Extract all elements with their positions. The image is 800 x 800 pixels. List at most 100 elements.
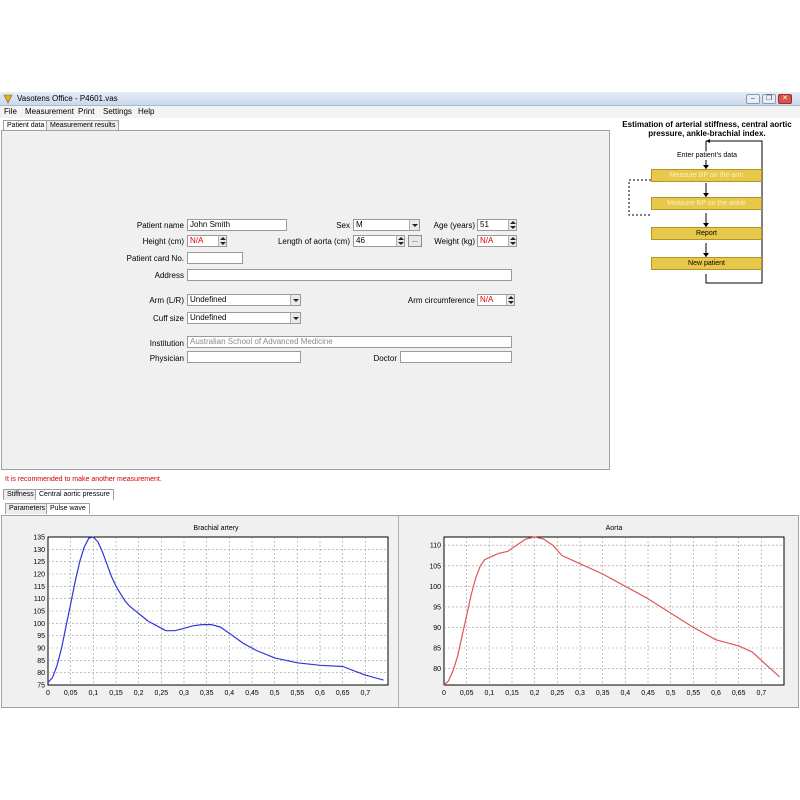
- brachial-y-tick-label: 125: [33, 559, 45, 566]
- patient-name-input[interactable]: John Smith: [187, 219, 287, 231]
- brachial-x-tick-label: 0,05: [64, 690, 78, 697]
- cuff-size-value: Undefined: [190, 313, 227, 322]
- aorta-x-tick-label: 0,2: [530, 690, 540, 697]
- menu-measurement[interactable]: Measurement: [25, 107, 74, 116]
- sex-label: Sex: [336, 221, 350, 230]
- age-value: 51: [480, 220, 489, 229]
- menu-help[interactable]: Help: [138, 107, 154, 116]
- aorta-y-tick-label: 95: [433, 604, 441, 611]
- aorta-x-tick-label: 0,55: [687, 690, 701, 697]
- patient-card-label: Patient card No.: [126, 254, 184, 263]
- weight-value: N/A: [480, 236, 494, 245]
- restore-icon[interactable]: ❐: [762, 94, 776, 104]
- flow-step-new-patient-button[interactable]: New patient: [651, 257, 762, 270]
- chart-divider: [398, 516, 399, 707]
- arm-circumference-stepper[interactable]: N/A: [477, 294, 515, 306]
- brachial-x-tick-label: 0,2: [134, 690, 144, 697]
- brachial-y-tick-label: 75: [37, 683, 45, 690]
- age-label: Age (years): [433, 221, 475, 230]
- sex-value: M: [356, 220, 363, 229]
- flow-step-enter-data: Enter patient's data: [676, 152, 738, 159]
- doctor-input[interactable]: [400, 351, 512, 363]
- menu-settings[interactable]: Settings: [103, 107, 132, 116]
- brachial-artery-chart: 0 0,05 0,1 0,15 0,2 0,25 0,3 0,35 0,4 0,45 0,5 0,55…: [33, 535, 389, 697]
- chevron-down-icon[interactable]: [409, 220, 419, 230]
- arm-label: Arm (L/R): [149, 296, 184, 305]
- patient-name-label: Patient name: [136, 221, 184, 230]
- flowchart-title-line1: Estimation of arterial stiffness, centra…: [622, 120, 792, 129]
- brachial-x-tick-label: 0,7: [360, 690, 370, 697]
- flow-step-report-button[interactable]: Report: [651, 227, 762, 240]
- brachial-y-tick-label: 115: [34, 584, 45, 591]
- aorta-x-tick-label: 0: [442, 690, 446, 697]
- flow-step-measure-arm[interactable]: Measure BP on the arm: [651, 169, 762, 182]
- sex-select[interactable]: M: [353, 219, 420, 231]
- brachial-y-tick-label: 110: [34, 596, 45, 603]
- brachial-y-tick-label: 120: [33, 572, 45, 579]
- institution-input[interactable]: Australian School of Advanced Medicine: [187, 336, 512, 348]
- tab-parameters[interactable]: Parameters: [5, 503, 50, 514]
- aorta-x-tick-label: 0,35: [596, 690, 610, 697]
- aorta-x-tick-label: 0,05: [460, 690, 474, 697]
- height-stepper[interactable]: N/A: [187, 235, 227, 247]
- aorta-y-tick-label: 110: [430, 543, 441, 550]
- spinner-arrows-icon[interactable]: [506, 295, 514, 305]
- tab-stiffness[interactable]: Stiffness: [3, 489, 38, 500]
- spinner-arrows-icon[interactable]: [508, 220, 516, 230]
- aorta-x-tick-label: 0,7: [756, 690, 766, 697]
- arm-select[interactable]: Undefined: [187, 294, 301, 306]
- aorta-x-tick-label: 0,3: [575, 690, 585, 697]
- app-icon: [3, 94, 13, 104]
- brachial-x-tick-label: 0,5: [270, 690, 280, 697]
- warning-message: It is recommended to make another measur…: [5, 476, 162, 483]
- brachial-y-tick-label: 90: [37, 646, 45, 653]
- brachial-y-tick-label: 85: [37, 658, 45, 665]
- close-icon[interactable]: ✕: [778, 94, 792, 104]
- chevron-down-icon[interactable]: [290, 295, 300, 305]
- brachial-y-tick-label: 95: [37, 633, 45, 640]
- spinner-arrows-icon[interactable]: [396, 236, 404, 246]
- aorta-y-tick-label: 90: [433, 625, 441, 632]
- weight-label: Weight (kg): [434, 237, 475, 246]
- aorta-length-label: Length of aorta (cm): [277, 237, 350, 246]
- patient-card-input[interactable]: [187, 252, 243, 264]
- age-stepper[interactable]: 51: [477, 219, 517, 231]
- arm-circumference-value: N/A: [480, 295, 494, 304]
- tab-central-aortic-pressure[interactable]: Central aortic pressure: [35, 489, 114, 500]
- aorta-x-tick-label: 0,5: [666, 690, 676, 697]
- aorta-plot-area: [443, 536, 785, 686]
- aorta-x-tick-label: 0,4: [620, 690, 630, 697]
- window-titlebar: Vasotens Office - P4601.vas – ❐ ✕: [0, 92, 800, 106]
- brachial-x-tick-label: 0,3: [179, 690, 189, 697]
- aorta-y-tick-label: 80: [433, 666, 441, 673]
- cuff-size-label: Cuff size: [153, 314, 184, 323]
- aorta-chart: 0 0,05 0,1 0,15 0,2 0,25 0,3 0,35 0,4 0,45 0,5 0,55…: [429, 536, 785, 697]
- aorta-length-stepper[interactable]: 46: [353, 235, 405, 247]
- spinner-arrows-icon[interactable]: [508, 236, 516, 246]
- tab-pulse-wave[interactable]: Pulse wave: [46, 503, 90, 514]
- brachial-x-tick-label: 0,6: [315, 690, 325, 697]
- brachial-x-tick-label: 0,1: [88, 690, 98, 697]
- minimize-icon[interactable]: –: [746, 94, 760, 104]
- weight-stepper[interactable]: N/A: [477, 235, 517, 247]
- address-input[interactable]: [187, 269, 512, 281]
- brachial-y-tick-label: 80: [37, 670, 45, 677]
- window-title: Vasotens Office - P4601.vas: [17, 94, 118, 103]
- cuff-size-select[interactable]: Undefined: [187, 312, 301, 324]
- brachial-x-tick-label: 0,25: [155, 690, 169, 697]
- menu-bar: File Measurement Print Settings Help: [0, 106, 800, 118]
- chevron-down-icon[interactable]: [290, 313, 300, 323]
- patient-data-panel: [1, 130, 610, 470]
- aorta-x-tick-label: 0,45: [641, 690, 655, 697]
- flow-step-measure-ankle[interactable]: Measure BP on the ankle: [651, 197, 762, 210]
- aorta-x-tick-label: 0,1: [484, 690, 494, 697]
- brachial-y-tick-label: 105: [33, 609, 45, 616]
- aorta-y-tick-label: 100: [429, 584, 441, 591]
- menu-print[interactable]: Print: [78, 107, 94, 116]
- aorta-x-tick-label: 0,65: [732, 690, 746, 697]
- spinner-arrows-icon[interactable]: [218, 236, 226, 246]
- aorta-y-tick-label: 105: [429, 563, 441, 570]
- brachial-x-tick-label: 0,35: [200, 690, 214, 697]
- physician-input[interactable]: [187, 351, 301, 363]
- menu-file[interactable]: File: [4, 107, 17, 116]
